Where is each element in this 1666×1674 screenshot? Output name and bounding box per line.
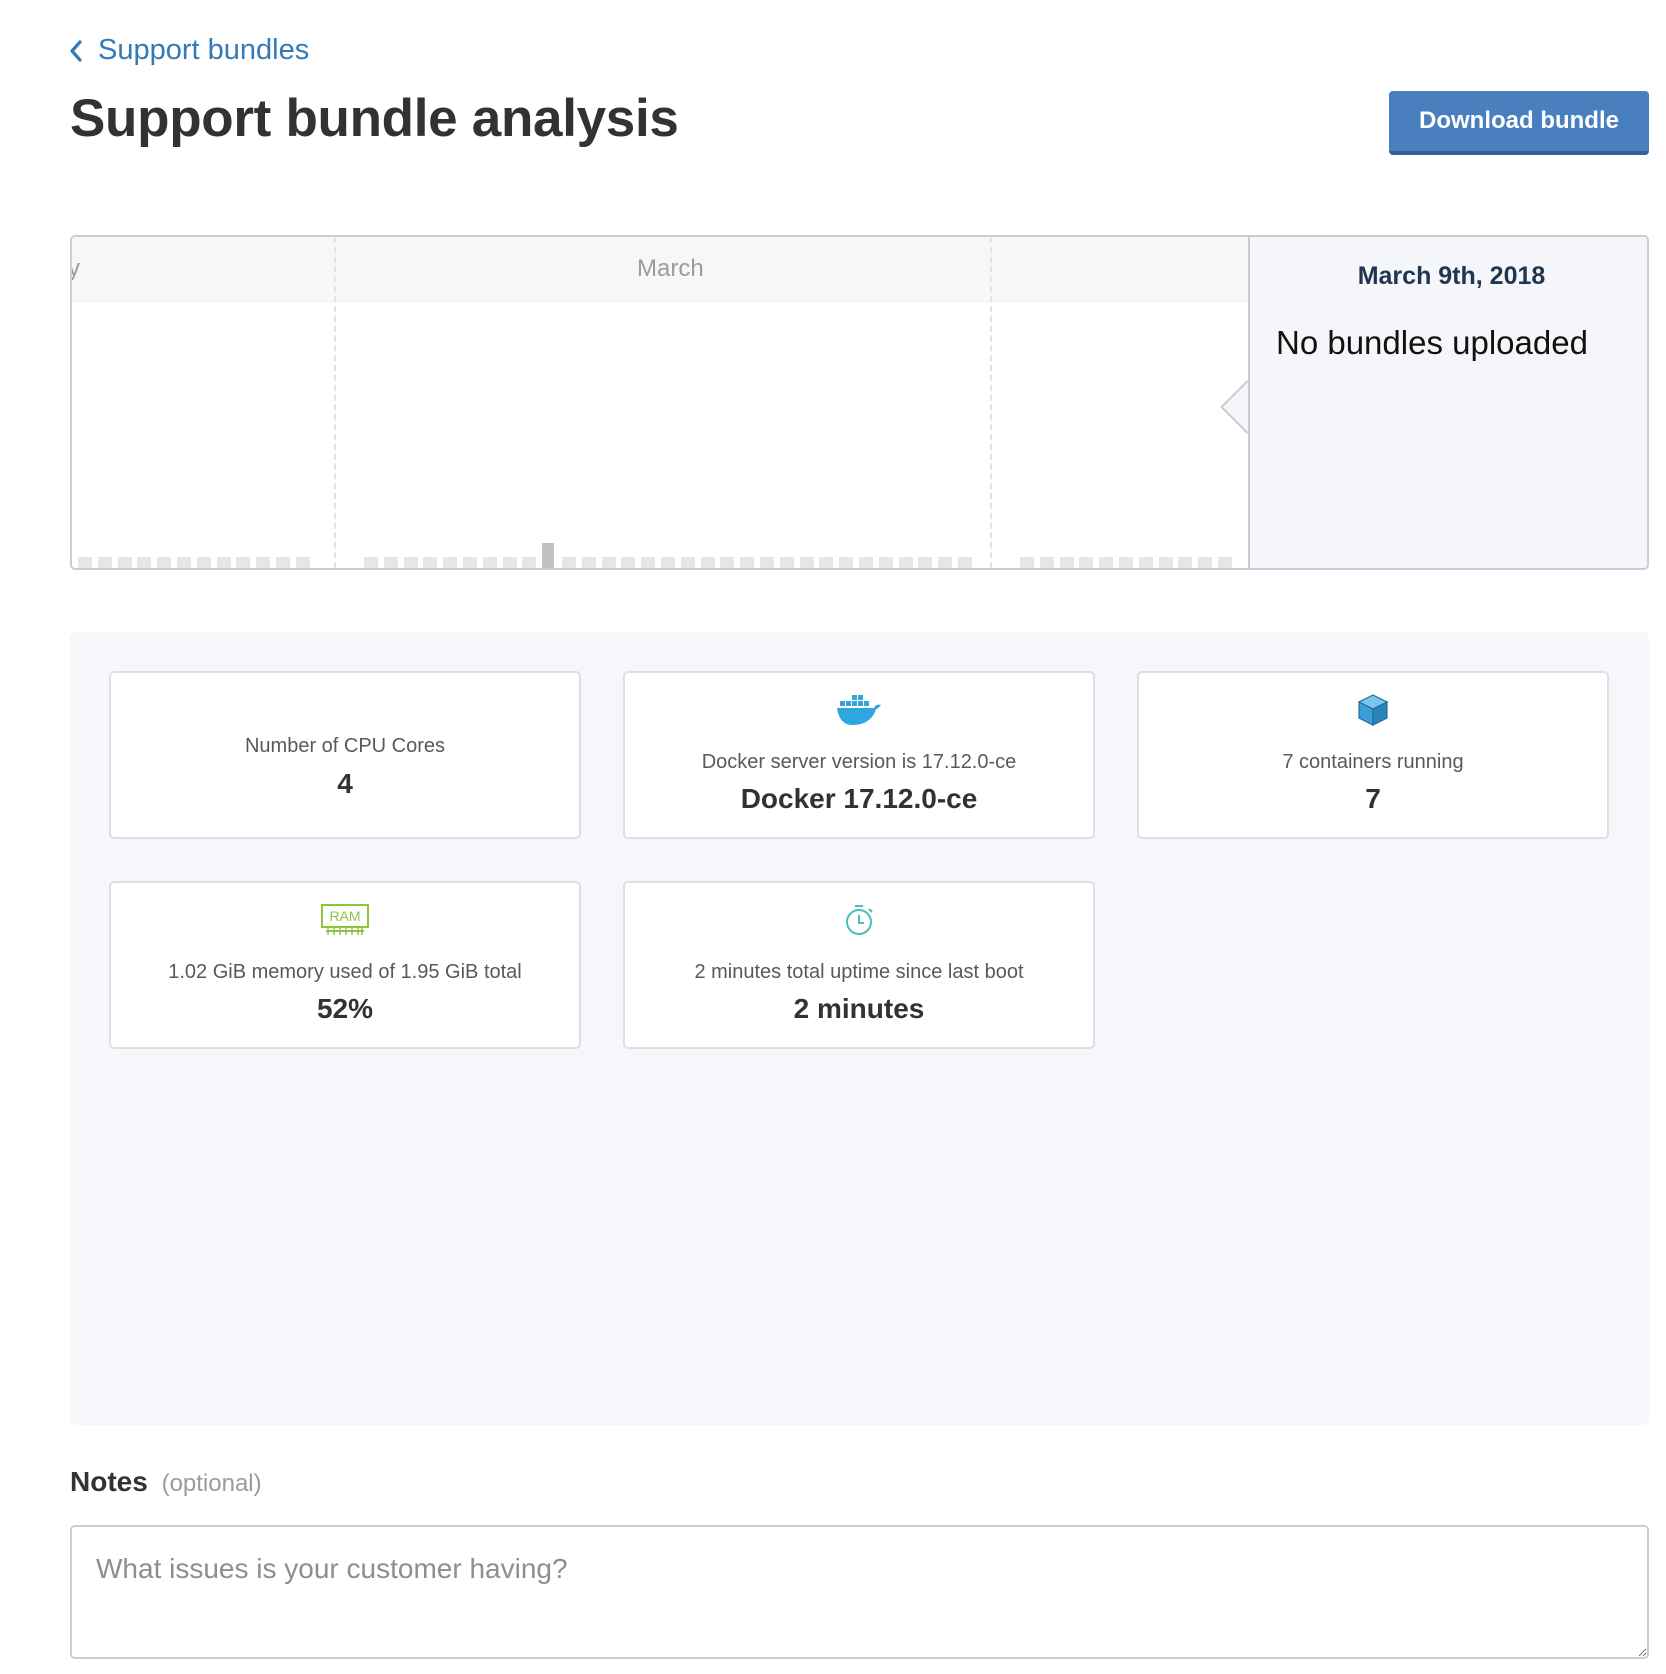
notes-title: Notes: [70, 1466, 148, 1497]
timeline-day-marker[interactable]: [621, 557, 636, 568]
timeline-day-marker[interactable]: [1020, 557, 1034, 568]
timeline-day-marker[interactable]: [256, 557, 271, 568]
notes-optional-label: (optional): [161, 1470, 262, 1497]
timeline-day-marker[interactable]: [1099, 557, 1114, 568]
timeline-day-marker[interactable]: [403, 557, 418, 568]
timeline-day-marker[interactable]: [1198, 557, 1213, 568]
metric-card-cpu: Number of CPU Cores 4: [109, 671, 581, 839]
notes-heading: Notes (optional): [70, 1466, 262, 1498]
metric-value: 52%: [316, 993, 374, 1024]
timeline-day-marker[interactable]: [720, 557, 735, 568]
timeline-day-marker[interactable]: [661, 557, 675, 568]
timeline-day-marker[interactable]: [1138, 557, 1153, 568]
timeline-day-marker[interactable]: [364, 557, 378, 568]
timeline-day-marker[interactable]: [918, 557, 933, 568]
timeline-day-marker[interactable]: [522, 557, 537, 568]
timeline-day-marker[interactable]: [562, 557, 576, 568]
back-link-label: Support bundles: [98, 34, 310, 66]
timeline-day-marker[interactable]: [383, 557, 398, 568]
metric-value: Docker 17.12.0-ce: [740, 783, 978, 814]
timeline-day-bars: [78, 538, 1248, 568]
timeline-day-marker[interactable]: [1039, 557, 1054, 568]
timeline-day-marker[interactable]: [137, 557, 152, 568]
timeline-day-marker[interactable]: [680, 557, 695, 568]
docker-icon: [837, 695, 881, 725]
timeline-day-marker[interactable]: [1178, 557, 1193, 568]
metric-value: 2 minutes: [793, 993, 925, 1024]
month-label-march: March: [637, 255, 704, 282]
timeline-day-marker[interactable]: [1158, 557, 1173, 568]
timeline-day-marker[interactable]: [1218, 557, 1232, 568]
month-divider: [334, 237, 336, 568]
stopwatch-icon: [846, 905, 873, 935]
month-divider: [990, 237, 992, 568]
metric-value: 7: [1365, 783, 1381, 814]
metric-label: Docker server version is 17.12.0-ce: [701, 751, 1017, 773]
download-bundle-button[interactable]: Download bundle: [1389, 91, 1649, 155]
detail-message: No bundles uploaded: [1276, 324, 1588, 361]
metric-label: 1.02 GiB memory used of 1.95 GiB total: [168, 961, 522, 983]
ram-icon-text: RAM: [329, 908, 360, 924]
timeline-day-marker[interactable]: [799, 557, 814, 568]
timeline-day-marker[interactable]: [1119, 557, 1133, 568]
timeline-header: y March: [72, 237, 1248, 303]
timeline-day-marker[interactable]: [740, 557, 755, 568]
timeline-day-marker[interactable]: [1059, 557, 1074, 568]
metric-card-memory: RAM 1.02 GiB memory used of 1.95 GiB tot…: [109, 881, 581, 1049]
notes-textarea[interactable]: [70, 1525, 1649, 1659]
timeline-day-marker[interactable]: [97, 557, 112, 568]
timeline-day-marker[interactable]: [878, 557, 893, 568]
metric-card-docker: Docker server version is 17.12.0-ce Dock…: [623, 671, 1095, 839]
bundle-timeline: y March March 9th, 2018 No bundles uploa…: [70, 235, 1649, 570]
timeline-day-marker[interactable]: [196, 557, 211, 568]
timeline-day-marker[interactable]: [157, 557, 172, 568]
metric-card-containers: 7 containers running 7: [1137, 671, 1609, 839]
timeline-day-marker[interactable]: [1079, 557, 1094, 568]
timeline-day-marker[interactable]: [581, 557, 596, 568]
timeline-day-marker[interactable]: [601, 557, 616, 568]
timeline-day-marker[interactable]: [443, 557, 458, 568]
metric-label: 2 minutes total uptime since last boot: [694, 961, 1024, 983]
timeline-day-marker[interactable]: [463, 557, 477, 568]
timeline-day-marker[interactable]: [236, 557, 251, 568]
timeline-day-marker[interactable]: [819, 557, 834, 568]
page-title: Support bundle analysis: [70, 89, 679, 148]
cube-icon: [1357, 694, 1389, 726]
timeline-day-marker-selected[interactable]: [542, 543, 555, 568]
timeline-day-marker[interactable]: [216, 557, 231, 568]
timeline-day-marker[interactable]: [276, 557, 290, 568]
timeline-day-marker[interactable]: [423, 557, 438, 568]
timeline-day-marker[interactable]: [839, 557, 854, 568]
metric-value: 4: [337, 768, 353, 799]
timeline-day-marker[interactable]: [898, 557, 913, 568]
timeline-day-marker[interactable]: [859, 557, 873, 568]
timeline-day-marker[interactable]: [938, 557, 953, 568]
selected-date: March 9th, 2018: [1357, 262, 1546, 290]
timeline-day-marker[interactable]: [502, 557, 517, 568]
month-label-previous: y: [72, 255, 80, 283]
metric-label: 7 containers running: [1282, 751, 1464, 773]
back-link-support-bundles[interactable]: Support bundles: [68, 34, 309, 67]
timeline-day-marker[interactable]: [779, 557, 794, 568]
metric-label: Number of CPU Cores: [244, 735, 446, 757]
timeline-day-marker[interactable]: [177, 557, 191, 568]
timeline-day-marker[interactable]: [760, 557, 774, 568]
metric-card-uptime: 2 minutes total uptime since last boot 2…: [623, 881, 1095, 1049]
metrics-panel: Number of CPU Cores 4 Docker server vers…: [70, 632, 1649, 1425]
timeline-day-marker[interactable]: [78, 557, 92, 568]
timeline-day-marker[interactable]: [295, 557, 310, 568]
timeline-day-marker[interactable]: [700, 557, 715, 568]
timeline-day-marker[interactable]: [117, 557, 132, 568]
timeline-detail-panel: March 9th, 2018 No bundles uploaded: [1248, 237, 1647, 568]
timeline-day-marker[interactable]: [641, 557, 656, 568]
ram-icon: RAM: [321, 904, 369, 935]
chevron-left-icon: [70, 39, 82, 62]
timeline-day-marker[interactable]: [482, 557, 497, 568]
timeline-day-marker[interactable]: [958, 557, 972, 568]
